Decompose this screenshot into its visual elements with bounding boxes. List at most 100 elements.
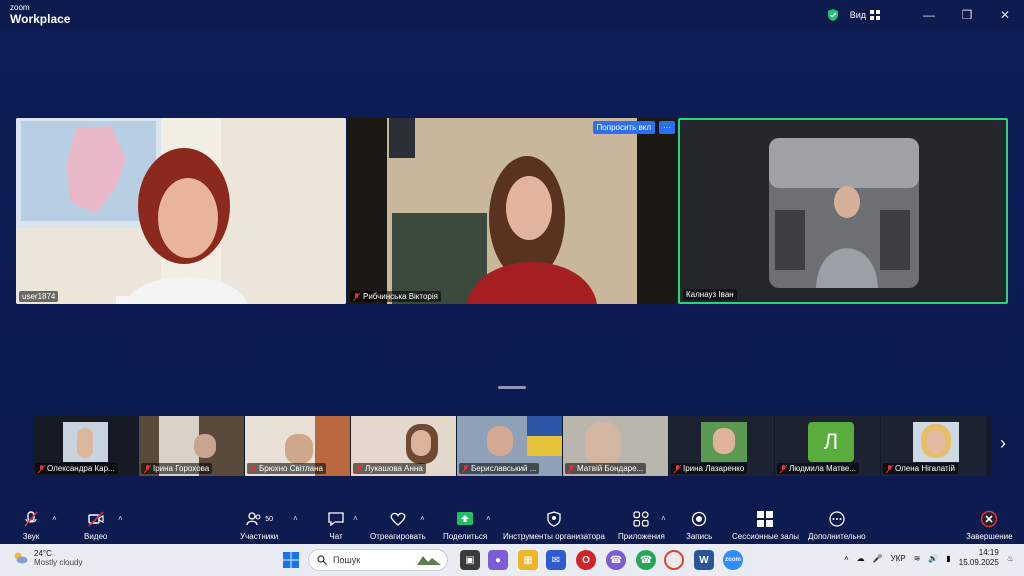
strip-tile[interactable]: Ірина Лазаренко <box>669 416 774 476</box>
share-options-caret[interactable]: ˄ <box>486 514 491 523</box>
cloud-sun-icon <box>14 552 28 564</box>
participant-name-tag: Олена Нігалатій <box>883 463 958 474</box>
participant-name: Рибчинська Вікторія <box>363 292 438 301</box>
participant-name-tag: Бериславський ... <box>459 463 540 474</box>
search-icon <box>317 555 327 565</box>
clock[interactable]: 14:19 15.09.2025 <box>959 548 999 568</box>
video-button[interactable]: Видео <box>84 510 107 541</box>
apps-icon <box>633 511 650 527</box>
more-dots-icon <box>829 511 845 527</box>
breakout-rooms-button[interactable]: Сессионные залы <box>732 510 799 541</box>
word-icon[interactable]: W <box>694 550 714 570</box>
language-indicator[interactable]: УКР <box>891 554 906 563</box>
participant-name-tag: Лукашова Анна <box>353 463 426 474</box>
wifi-icon[interactable]: ≋ <box>914 554 921 563</box>
mic-muted-icon <box>24 511 38 527</box>
taskbar-search-box[interactable]: Пошук <box>308 549 448 571</box>
participants-options-caret[interactable]: ˄ <box>293 514 298 523</box>
react-button[interactable]: Отреагировать <box>370 510 426 541</box>
strip-tile[interactable]: Олександра Кар... <box>33 416 138 476</box>
onedrive-icon[interactable]: ☁ <box>857 554 865 563</box>
apps-button[interactable]: Приложения <box>618 510 665 541</box>
participants-icon <box>246 512 261 526</box>
grid-view-icon[interactable] <box>870 10 880 20</box>
record-icon <box>691 511 707 527</box>
audio-options-caret[interactable]: ˄ <box>52 514 57 523</box>
tile-more-options-button[interactable]: ··· <box>659 121 675 134</box>
video-tile-rybchynska[interactable]: Попросить вкл ··· Рибчинська Вікторія <box>347 118 677 304</box>
participant-name-tag: Ірина Лазаренко <box>671 463 748 474</box>
copilot-icon[interactable]: ● <box>488 550 508 570</box>
record-button[interactable]: Запись <box>686 510 712 541</box>
zoom-taskbar-icon[interactable]: zoom <box>723 550 743 570</box>
audio-label: Звук <box>22 532 40 541</box>
participant-name-tag: Олександра Кар... <box>35 463 118 474</box>
mail-icon[interactable]: ✉ <box>546 550 566 570</box>
close-window-button[interactable]: ✕ <box>986 0 1024 30</box>
strip-tile[interactable]: Брюхно Світлана <box>245 416 350 476</box>
participant-video <box>16 118 346 304</box>
participant-name-tag: Ірина Горохова <box>141 463 213 474</box>
microphone-icon[interactable]: 🎤 <box>873 554 883 563</box>
view-button[interactable]: Вид <box>850 10 866 20</box>
video-tile-user1874[interactable]: user1874 <box>16 118 346 304</box>
audio-button[interactable]: Звук <box>22 510 40 541</box>
video-options-caret[interactable]: ˄ <box>118 514 123 523</box>
file-explorer-icon[interactable]: ▦ <box>518 550 538 570</box>
minimize-button[interactable]: — <box>910 0 948 30</box>
strip-tile[interactable]: Л Людмила Матве... <box>775 416 880 476</box>
participant-name: Брюхно Світлана <box>259 464 323 473</box>
end-meeting-button[interactable]: Завершение <box>966 510 1013 541</box>
participant-name: Ірина Лазаренко <box>683 464 745 473</box>
heart-icon <box>390 512 406 526</box>
volume-icon[interactable]: 🔊 <box>928 554 938 563</box>
apps-options-caret[interactable]: ˄ <box>661 514 666 523</box>
opera-icon[interactable]: O <box>576 550 596 570</box>
host-tools-button[interactable]: Инструменты организатора <box>503 510 605 541</box>
mic-muted-icon <box>568 464 575 473</box>
react-options-caret[interactable]: ˄ <box>420 514 425 523</box>
chrome-icon[interactable] <box>664 550 684 570</box>
more-button[interactable]: Дополнительно <box>808 510 866 541</box>
video-stage: user1874 Попросить вкл ··· Рибчинська Ві… <box>0 30 1024 508</box>
participants-button[interactable]: 50 Участники <box>240 510 278 541</box>
participant-name: Бериславський ... <box>471 464 537 473</box>
share-screen-button[interactable]: Поделиться <box>443 510 487 541</box>
security-shield-icon[interactable] <box>826 8 840 22</box>
title-bar: zoom Workplace Вид — ❐ ✕ <box>0 0 1024 30</box>
restore-button[interactable]: ❐ <box>948 0 986 30</box>
host-tools-label: Инструменты организатора <box>503 532 605 541</box>
strip-tile[interactable]: Лукашова Анна <box>351 416 456 476</box>
video-tile-kalnauz-active-speaker[interactable]: Калнауз Іван <box>678 118 1008 304</box>
chat-options-caret[interactable]: ˄ <box>353 514 358 523</box>
clock-date: 15.09.2025 <box>958 558 999 567</box>
strip-next-arrow-icon[interactable]: › <box>1000 433 1006 454</box>
record-label: Запись <box>686 532 713 541</box>
chat-bubble-icon <box>328 512 344 527</box>
task-view-icon[interactable]: ▣ <box>460 550 480 570</box>
windows-start-icon[interactable] <box>281 550 301 570</box>
mic-muted-icon <box>886 464 893 473</box>
participant-name-tag: Людмила Матве... <box>777 463 860 474</box>
chat-button[interactable]: Чат <box>327 510 345 541</box>
ask-to-unmute-button[interactable]: Попросить вкл <box>592 121 655 134</box>
mic-muted-icon <box>356 464 363 473</box>
strip-tile[interactable]: Олена Нігалатій <box>881 416 986 476</box>
strip-tile[interactable]: Бериславський ... <box>457 416 562 476</box>
resize-drag-handle[interactable] <box>498 386 526 389</box>
mic-muted-icon <box>38 464 45 473</box>
brand-name: Workplace <box>10 12 71 26</box>
battery-icon[interactable]: ▮ <box>946 554 950 563</box>
viber-icon[interactable]: ☎ <box>606 550 626 570</box>
weather-widget[interactable]: 24°C Mostly cloudy <box>12 549 82 567</box>
whatsapp-icon[interactable]: ☎ <box>636 550 656 570</box>
notifications-bell-icon[interactable]: ♨ <box>1007 554 1014 563</box>
strip-tile[interactable]: Матвій Бондаре... <box>563 416 668 476</box>
windows-taskbar: 24°C Mostly cloudy Пошук ▣ ● ▦ ✉ O ☎ ☎ W… <box>0 544 1024 576</box>
apps-label: Приложения <box>618 532 665 541</box>
participant-video <box>680 120 1006 302</box>
participant-name-tag: Брюхно Світлана <box>247 463 326 474</box>
strip-tile[interactable]: Ірина Горохова <box>139 416 244 476</box>
meeting-toolbar: Звук ˄ Видео ˄ 50 Участники ˄ Чат ˄ Отре… <box>0 508 1024 544</box>
chevron-up-icon[interactable]: ˄ <box>844 554 849 563</box>
